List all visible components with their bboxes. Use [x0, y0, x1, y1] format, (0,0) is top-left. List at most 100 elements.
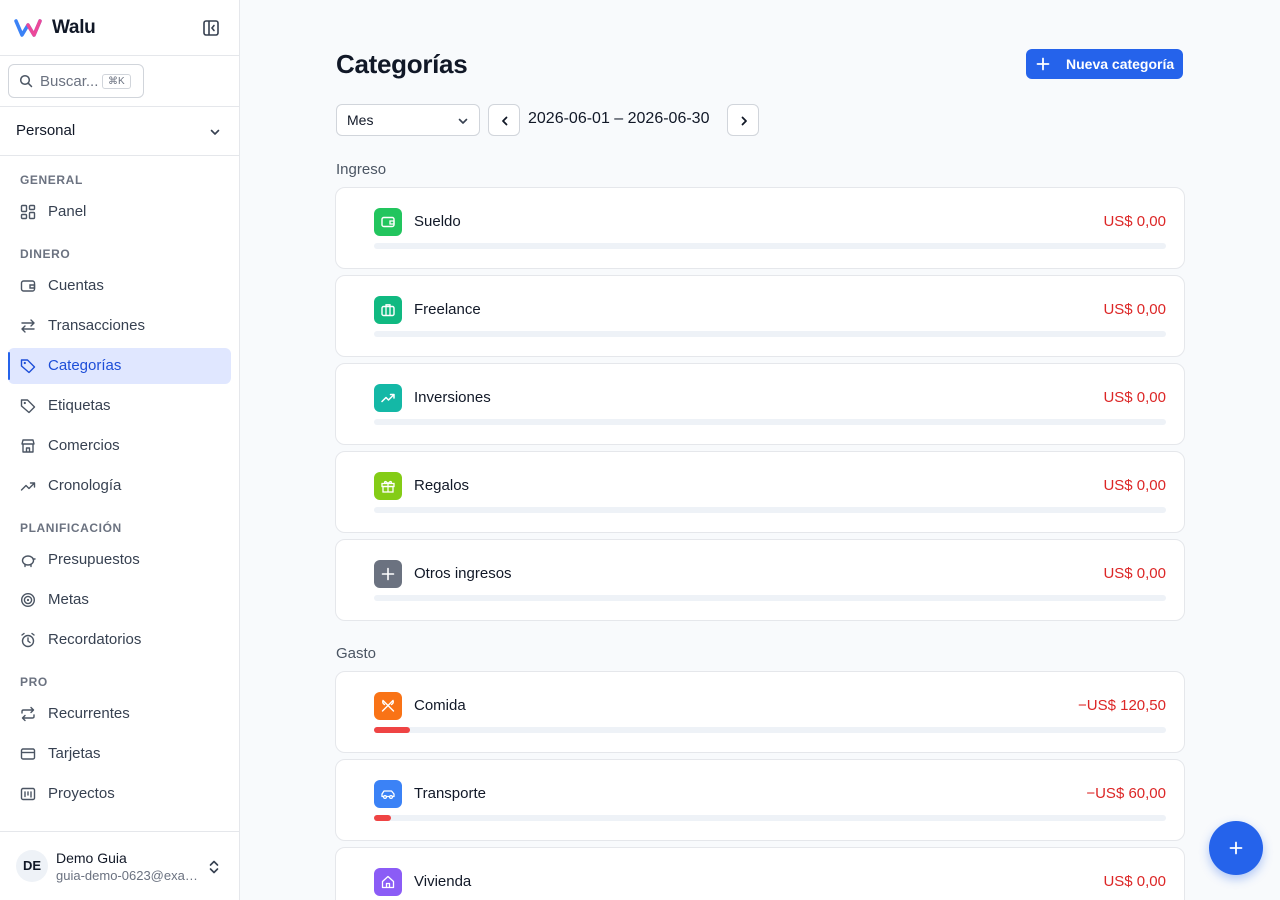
gift-icon — [381, 480, 395, 493]
sidebar: Walu Buscar... ⌘K Personal GENERAL Panel… — [0, 0, 240, 900]
category-amount: −US$ 120,50 — [1078, 697, 1166, 714]
previous-period-button[interactable] — [488, 104, 520, 136]
trend-icon — [20, 482, 36, 491]
category-card-vivienda[interactable]: Vivienda US$ 0,00 — [335, 847, 1185, 900]
category-icon — [374, 692, 402, 720]
trend-up-icon — [381, 393, 395, 403]
plus-icon — [1036, 57, 1050, 71]
wallet-icon — [20, 280, 36, 292]
category-progress — [374, 331, 1166, 337]
period-select[interactable]: Mes — [336, 104, 480, 136]
category-name: Sueldo — [414, 213, 461, 230]
sidebar-item-cronologia[interactable]: Cronología — [8, 468, 231, 504]
category-name: Comida — [414, 697, 466, 714]
arrows-icon — [21, 319, 35, 333]
sidebar-item-label: Proyectos — [48, 785, 115, 802]
sidebar-item-panel[interactable]: Panel — [8, 194, 231, 230]
new-category-label: Nueva categoría — [1066, 56, 1175, 72]
sidebar-item-tarjetas[interactable]: Tarjetas — [8, 736, 231, 772]
sidebar-item-label: Cronología — [48, 477, 122, 494]
quick-add-button[interactable] — [1209, 821, 1263, 875]
period-value: Mes — [347, 112, 374, 128]
date-range: 2026-06-01 – 2026-06-30 — [528, 110, 710, 127]
category-progress — [374, 243, 1166, 249]
workspace-selector[interactable]: Personal — [0, 107, 239, 156]
workspace-label: Personal — [16, 122, 76, 139]
category-amount: US$ 0,00 — [1103, 213, 1166, 230]
sidebar-item-recordatorios[interactable]: Recordatorios — [8, 622, 231, 658]
piggy-bank-icon — [21, 555, 36, 568]
page-title: Categorías — [336, 49, 468, 79]
collapse-sidebar-icon[interactable] — [202, 19, 220, 37]
group-expense-label: Gasto — [336, 645, 377, 662]
category-amount: US$ 0,00 — [1103, 389, 1166, 406]
category-card-inversiones[interactable]: Inversiones US$ 0,00 — [335, 363, 1185, 445]
sidebar-item-categorias[interactable]: Categorías — [8, 348, 231, 384]
category-icon — [374, 560, 402, 588]
category-name: Vivienda — [414, 873, 472, 890]
sidebar-item-proyectos[interactable]: Proyectos — [8, 776, 231, 812]
chevron-left-icon — [502, 116, 508, 126]
store-icon — [21, 439, 35, 453]
category-card-transporte[interactable]: Transporte −US$ 60,00 — [335, 759, 1185, 841]
walu-logo-icon — [14, 19, 42, 37]
sidebar-item-cuentas[interactable]: Cuentas — [8, 268, 231, 304]
category-name: Freelance — [414, 301, 481, 318]
chevrons-up-down-icon — [209, 860, 219, 874]
sidebar-item-comercios[interactable]: Comercios — [8, 428, 231, 464]
wallet-icon — [381, 216, 395, 228]
next-period-button[interactable] — [727, 104, 759, 136]
category-icon — [374, 472, 402, 500]
category-progress — [374, 595, 1166, 601]
category-card-regalos[interactable]: Regalos US$ 0,00 — [335, 451, 1185, 533]
search-input[interactable]: Buscar... ⌘K — [8, 64, 144, 98]
utensils-icon — [381, 699, 395, 712]
category-icon — [374, 296, 402, 324]
repeat-icon — [21, 706, 35, 722]
user-menu[interactable]: DE Demo Guia guia-demo-0623@example.com — [0, 831, 239, 900]
sidebar-item-transacciones[interactable]: Transacciones — [8, 308, 231, 344]
dashboard-icon — [20, 204, 36, 220]
chevron-right-icon — [741, 116, 747, 126]
avatar: DE — [16, 850, 48, 882]
category-amount: US$ 0,00 — [1103, 301, 1166, 318]
search-area: Buscar... ⌘K — [0, 56, 239, 107]
category-icon — [374, 868, 402, 896]
category-progress-fill — [374, 727, 410, 733]
tag-icon — [20, 359, 36, 374]
app-name: Walu — [52, 17, 96, 38]
briefcase-icon — [381, 304, 395, 317]
sidebar-item-label: Tarjetas — [48, 745, 101, 762]
category-card-comida[interactable]: Comida −US$ 120,50 — [335, 671, 1185, 753]
category-amount: −US$ 60,00 — [1086, 785, 1166, 802]
user-email: guia-demo-0623@example.com — [56, 868, 198, 883]
sidebar-item-recurrentes[interactable]: Recurrentes — [8, 696, 231, 732]
sidebar-item-label: Recordatorios — [48, 631, 142, 648]
credit-card-icon — [20, 748, 36, 760]
chevron-down-icon — [210, 129, 220, 135]
category-progress — [374, 727, 1166, 733]
category-amount: US$ 0,00 — [1103, 565, 1166, 582]
brand-header: Walu — [0, 0, 239, 56]
category-name: Otros ingresos — [414, 565, 512, 582]
group-income-label: Ingreso — [336, 161, 387, 178]
category-name: Regalos — [414, 477, 470, 494]
sidebar-item-label: Cuentas — [48, 277, 104, 294]
category-card-freelance[interactable]: Freelance US$ 0,00 — [335, 275, 1185, 357]
sidebar-item-label: Recurrentes — [48, 705, 130, 722]
category-card-otros-ingresos[interactable]: Otros ingresos US$ 0,00 — [335, 539, 1185, 621]
category-name: Inversiones — [414, 389, 491, 406]
sidebar-item-label: Etiquetas — [48, 397, 111, 414]
category-amount: US$ 0,00 — [1103, 873, 1166, 890]
user-name: Demo Guia — [56, 850, 127, 866]
label-icon — [20, 399, 36, 414]
category-card-sueldo[interactable]: Sueldo US$ 0,00 — [335, 187, 1185, 269]
plus-icon — [1229, 841, 1243, 855]
sidebar-item-metas[interactable]: Metas — [8, 582, 231, 618]
search-icon — [19, 74, 33, 88]
new-category-button[interactable]: Nueva categoría — [1026, 49, 1183, 79]
sidebar-item-presupuestos[interactable]: Presupuestos — [8, 542, 231, 578]
sidebar-item-label: Panel — [48, 203, 87, 220]
search-shortcut: ⌘K — [102, 74, 131, 89]
sidebar-item-etiquetas[interactable]: Etiquetas — [8, 388, 231, 424]
